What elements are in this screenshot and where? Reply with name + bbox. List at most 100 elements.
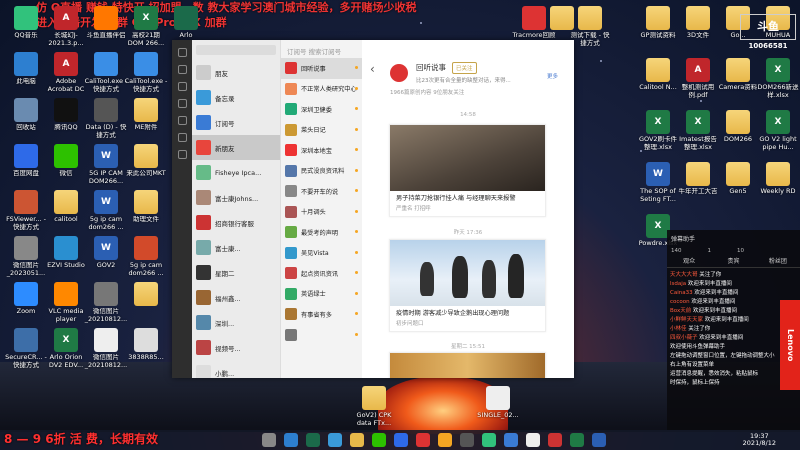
desktop-icon[interactable]: X DOM266新送样.xlsx [756, 58, 800, 99]
conversation-item[interactable]: 富士康Johns... [192, 185, 280, 210]
desktop-icon[interactable]: 3838R85... [124, 328, 168, 369]
desktop-icon[interactable]: GP测试资料 [636, 6, 680, 47]
desktop-icon[interactable]: 5g ip cam dom266 ... [124, 236, 168, 277]
desktop-icon[interactable]: 牛年开工大吉 [676, 162, 720, 203]
desktop-icon[interactable]: Calitool N... [636, 58, 680, 99]
desktop-icon[interactable]: 腾讯QQ [44, 98, 88, 139]
chat-user[interactable]: lsdaja [670, 281, 686, 287]
desktop-icon[interactable]: X Imatest报告整理.xlsx [676, 110, 720, 151]
desktop-icon[interactable]: calitool [44, 190, 88, 231]
conversation-item[interactable]: 招商银行客服 [192, 210, 280, 235]
subscription-item[interactable]: 回听说事 [281, 58, 362, 79]
taskbar-app-icon[interactable] [504, 433, 518, 447]
desktop-icon[interactable]: 测试下载 - 快捷方式 [568, 6, 612, 47]
desktop-icon[interactable]: 微信 [44, 144, 88, 185]
subscription-item[interactable]: 民式没良资讯料 [281, 161, 362, 182]
taskbar-app-icon[interactable] [438, 433, 452, 447]
chat-user[interactable]: 天大大大哥 [670, 272, 698, 278]
conversation-item[interactable]: 深圳... [192, 310, 280, 335]
desktop-icon[interactable]: A 整机测试用例.pdf [676, 58, 720, 99]
desktop-icon[interactable]: A 长城幻J-2021.3.p... [44, 6, 88, 47]
desktop-icon[interactable]: A Adobe Acrobat DC [44, 52, 88, 93]
subscription-item[interactable]: 菜头日记 [281, 120, 362, 141]
desktop-icon[interactable]: X GOV2刷卡件整理.xlsx [636, 110, 680, 151]
desktop-icon[interactable]: 微信图片_20210812... [84, 282, 128, 323]
article-card[interactable]: 男子持菜刀抢银行挂人痛 与经理聊天来报警 严重名 打招呼 [389, 124, 546, 217]
desktop-icon[interactable]: 斗鱼直播伴侣 [84, 6, 128, 47]
desktop-icon[interactable]: X GO V2 light pipe Hu... [756, 110, 800, 151]
taskbar-app-icon[interactable] [284, 433, 298, 447]
taskbar-app-icon[interactable] [526, 433, 540, 447]
subscription-item[interactable]: 英语绿士 [281, 284, 362, 305]
panel-tab[interactable]: 观众 [667, 256, 711, 267]
mini-program-icon[interactable] [177, 133, 187, 142]
chat-user[interactable]: cocoon [670, 299, 690, 305]
taskbar-app-icon[interactable] [592, 433, 606, 447]
taskbar-app-icon[interactable] [394, 433, 408, 447]
desktop-icon[interactable]: 3D文件 [676, 6, 720, 47]
taskbar-app-icon[interactable] [570, 433, 584, 447]
taskbar-app-icon[interactable] [306, 433, 320, 447]
conversation-item[interactable]: 小鹏... [192, 360, 280, 378]
subscription-item[interactable]: 不正常人类研究中心 [281, 79, 362, 100]
subscription-item[interactable]: 深圳本地宝 [281, 140, 362, 161]
subscription-item[interactable]: 起点资讯资讯 [281, 263, 362, 284]
article-card[interactable]: 疫情时期 游客减少导致企鹅出现心理问题 初步问题口 [389, 239, 546, 332]
desktop-icon[interactable]: Data (D) - 快捷方式 [84, 98, 128, 139]
contacts-icon[interactable] [177, 65, 187, 74]
article-card[interactable] [389, 352, 546, 378]
desktop-icon[interactable]: Weekly RD [756, 162, 800, 203]
chat-user[interactable]: Box天前 [670, 308, 691, 314]
taskbar-app-icon[interactable] [262, 433, 276, 447]
favorites-icon[interactable] [177, 82, 187, 91]
desktop-icon[interactable]: EZVI Studio [44, 236, 88, 277]
desktop-icon[interactable]: W The SOP of Seting FT... [636, 162, 680, 203]
settings-icon[interactable] [177, 150, 187, 159]
panel-tab[interactable]: 贵宾 [711, 256, 755, 267]
desktop-icon[interactable]: CaliTool.exe - 快捷方式 [84, 52, 128, 93]
desktop-icon[interactable]: 此电脑 [4, 52, 48, 93]
conversation-item[interactable]: 视频号... [192, 335, 280, 360]
desktop-icon[interactable]: ME附件 [124, 98, 168, 139]
files-icon[interactable] [177, 99, 187, 108]
desktop-icon[interactable]: X Arlo Orion DV2 EDV... [44, 328, 88, 369]
panel-tab[interactable]: 粉丝团 [756, 256, 800, 267]
desktop-icon[interactable]: CaliTool.exe - 快捷方式 [124, 52, 168, 93]
subscription-item[interactable] [281, 325, 362, 346]
system-clock[interactable]: 19:37 2021/8/12 [743, 433, 776, 447]
subscription-item[interactable]: 有事省有多 [281, 304, 362, 325]
desktop-icon[interactable]: X 高校21期 DOM 266... [124, 6, 168, 47]
taskbar-app-icon[interactable] [350, 433, 364, 447]
moments-icon[interactable] [177, 116, 187, 125]
subscription-item[interactable]: 不要开车的说 [281, 181, 362, 202]
conversation-item[interactable]: 订阅号 [192, 110, 280, 135]
back-chevron-icon[interactable]: ‹ [370, 62, 375, 76]
chat-user[interactable]: 四叔小薇子 [670, 335, 698, 341]
desktop-icon[interactable] [124, 282, 168, 323]
desktop-icon[interactable]: W 5g ip cam dom266 ... [84, 190, 128, 231]
search-input[interactable] [196, 45, 276, 55]
desktop-icon[interactable]: 来此公司MKT [124, 144, 168, 185]
more-link[interactable]: 更多 [547, 72, 558, 80]
taskbar-app-icon[interactable] [548, 433, 562, 447]
desktop-icon[interactable]: 百度网盘 [4, 144, 48, 185]
desktop-icon[interactable]: 微信图片_20210812... [84, 328, 128, 369]
desktop-icon[interactable]: DOM266 [716, 110, 760, 151]
desktop-icon[interactable]: QQ音乐 [4, 6, 48, 47]
desktop-icon[interactable]: SINGLE_02... [476, 386, 520, 427]
desktop-icon[interactable]: SecureCR... - 快捷方式 [4, 328, 48, 369]
conversation-item[interactable]: 富士康... [192, 235, 280, 260]
conversation-item[interactable]: 备忘录 [192, 85, 280, 110]
account-header[interactable]: 回听说事 已关注 比23次更有合全量的缺整对话，来得... [390, 62, 511, 84]
desktop-icon[interactable]: W GOV2 [84, 236, 128, 277]
subscription-item[interactable]: 吴见Vista [281, 243, 362, 264]
conversation-item[interactable]: 福州鑫... [192, 285, 280, 310]
taskbar-app-icon[interactable] [416, 433, 430, 447]
taskbar-app-icon[interactable] [482, 433, 496, 447]
chat-icon[interactable] [177, 48, 187, 57]
desktop-icon[interactable]: Zoom [4, 282, 48, 323]
taskbar-app-icon[interactable] [372, 433, 386, 447]
followed-badge[interactable]: 已关注 [452, 62, 477, 74]
chat-user[interactable]: 小鲜鲜天天家 [670, 317, 703, 323]
conversation-item[interactable]: Fisheye Ipca... [192, 160, 280, 185]
